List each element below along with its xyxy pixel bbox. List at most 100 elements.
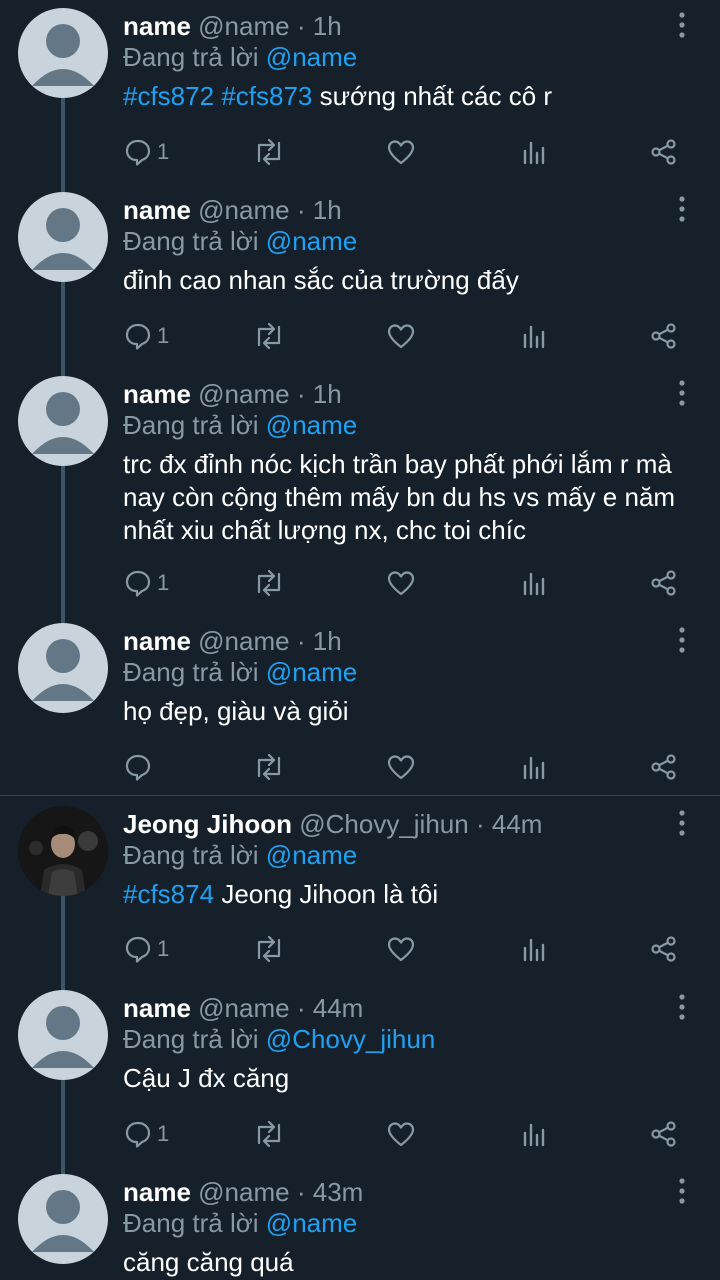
user-handle[interactable]: @name [198, 195, 289, 225]
thread-line [61, 982, 65, 990]
user-handle[interactable]: @name [198, 626, 289, 656]
more-options-icon[interactable] [672, 808, 692, 838]
default-avatar-icon[interactable] [18, 192, 108, 282]
replying-prefix: Đang trả lời [123, 1024, 259, 1054]
tweet[interactable]: name @name · 1h Đang trả lời @name đỉnh … [0, 184, 720, 368]
share-button[interactable] [649, 749, 679, 785]
analytics-button[interactable] [519, 749, 549, 785]
user-handle[interactable]: @name [198, 11, 289, 41]
share-icon [651, 323, 676, 349]
tweet[interactable]: name @name · 1h Đang trả lời @name họ đẹ… [0, 615, 720, 795]
share-button[interactable] [649, 565, 679, 601]
retweet-icon [257, 753, 281, 781]
more-options-icon[interactable] [672, 625, 692, 655]
retweet-icon [257, 935, 281, 963]
analytics-button[interactable] [519, 565, 549, 601]
more-options-icon[interactable] [672, 1176, 692, 1206]
reply-button[interactable]: 1 [123, 1116, 169, 1152]
tweet[interactable]: name @name · 44m Đang trả lời @Chovy_jih… [0, 982, 720, 1166]
analytics-button[interactable] [519, 134, 549, 170]
retweet-button[interactable] [253, 134, 285, 170]
display-name[interactable]: name [123, 626, 191, 656]
hashtag-link[interactable]: #cfs873 [221, 81, 312, 111]
tweet-header: name @name · 1h [123, 625, 342, 657]
tweet-text: #cfs874 Jeong Jihoon là tôi [123, 878, 703, 911]
retweet-icon [257, 138, 281, 166]
timestamp[interactable]: 1h [313, 11, 342, 41]
more-options-icon[interactable] [672, 992, 692, 1022]
timestamp[interactable]: 1h [313, 195, 342, 225]
more-options-icon[interactable] [672, 378, 692, 408]
default-avatar-icon[interactable] [18, 8, 108, 98]
like-button[interactable] [386, 1116, 416, 1152]
heart-icon [387, 140, 415, 165]
hashtag-link[interactable]: #cfs874 [123, 879, 214, 909]
like-button[interactable] [386, 134, 416, 170]
share-button[interactable] [649, 134, 679, 170]
display-name[interactable]: name [123, 379, 191, 409]
tweet-body: Cậu J đx căng [123, 1063, 290, 1093]
reply-icon [125, 754, 151, 781]
timestamp[interactable]: 44m [313, 993, 364, 1023]
default-avatar-icon[interactable] [18, 623, 108, 713]
replying-prefix: Đang trả lời [123, 410, 259, 440]
mention-link[interactable]: @name [266, 840, 357, 870]
retweet-button[interactable] [253, 318, 285, 354]
timestamp[interactable]: 1h [313, 379, 342, 409]
timestamp[interactable]: 43m [313, 1177, 364, 1207]
more-options-icon[interactable] [672, 10, 692, 40]
analytics-button[interactable] [519, 1116, 549, 1152]
reply-button[interactable]: 1 [123, 134, 169, 170]
retweet-button[interactable] [253, 931, 285, 967]
like-button[interactable] [386, 931, 416, 967]
analytics-button[interactable] [519, 318, 549, 354]
analytics-button[interactable] [519, 931, 549, 967]
retweet-button[interactable] [253, 565, 285, 601]
display-name[interactable]: name [123, 993, 191, 1023]
mention-link[interactable]: @name [266, 1208, 357, 1238]
more-options-icon[interactable] [672, 194, 692, 224]
reply-button[interactable]: 1 [123, 931, 169, 967]
tweet-body-line: nay còn cộng thêm mấy bn du hs vs mấy e … [123, 482, 676, 512]
timestamp[interactable]: 44m [492, 809, 543, 839]
display-name[interactable]: name [123, 1177, 191, 1207]
analytics-icon [523, 1123, 545, 1147]
default-avatar-icon[interactable] [18, 1174, 108, 1264]
like-button[interactable] [386, 318, 416, 354]
display-name[interactable]: Jeong Jihoon [123, 809, 292, 839]
thread-line [61, 1166, 65, 1174]
retweet-button[interactable] [253, 1116, 285, 1152]
tweet[interactable]: name @name · 1h Đang trả lời @name trc đ… [0, 368, 720, 615]
tweet[interactable]: Jeong Jihoon @Chovy_jihun · 44m Đang trả… [0, 798, 720, 982]
like-button[interactable] [386, 565, 416, 601]
timestamp[interactable]: 1h [313, 626, 342, 656]
hashtag-link[interactable]: #cfs872 [123, 81, 214, 111]
like-button[interactable] [386, 749, 416, 785]
tweet[interactable]: name @name · 43m Đang trả lời @name căng… [0, 1166, 720, 1280]
user-handle[interactable]: @name [198, 1177, 289, 1207]
user-handle[interactable]: @name [198, 379, 289, 409]
mention-link[interactable]: @Chovy_jihun [266, 1024, 435, 1054]
display-name[interactable]: name [123, 195, 191, 225]
reply-button[interactable]: 1 [123, 565, 169, 601]
mention-link[interactable]: @name [266, 226, 357, 256]
share-button[interactable] [649, 931, 679, 967]
share-button[interactable] [649, 1116, 679, 1152]
reply-button[interactable]: 1 [123, 318, 169, 354]
user-handle[interactable]: @Chovy_jihun [299, 809, 468, 839]
thread-line [61, 466, 65, 615]
retweet-button[interactable] [253, 749, 285, 785]
default-avatar-icon[interactable] [18, 376, 108, 466]
mention-link[interactable]: @name [266, 657, 357, 687]
tweet-text: #cfs872 #cfs873 sướng nhất các cô r [123, 80, 703, 113]
mention-link[interactable]: @name [266, 410, 357, 440]
mention-link[interactable]: @name [266, 42, 357, 72]
tweet[interactable]: name @name · 1h Đang trả lời @name #cfs8… [0, 0, 720, 184]
default-avatar-icon[interactable] [18, 990, 108, 1080]
profile-photo-avatar[interactable] [18, 806, 108, 896]
separator-dot: · [296, 379, 306, 409]
share-button[interactable] [649, 318, 679, 354]
user-handle[interactable]: @name [198, 993, 289, 1023]
reply-button[interactable] [123, 749, 157, 785]
display-name[interactable]: name [123, 11, 191, 41]
